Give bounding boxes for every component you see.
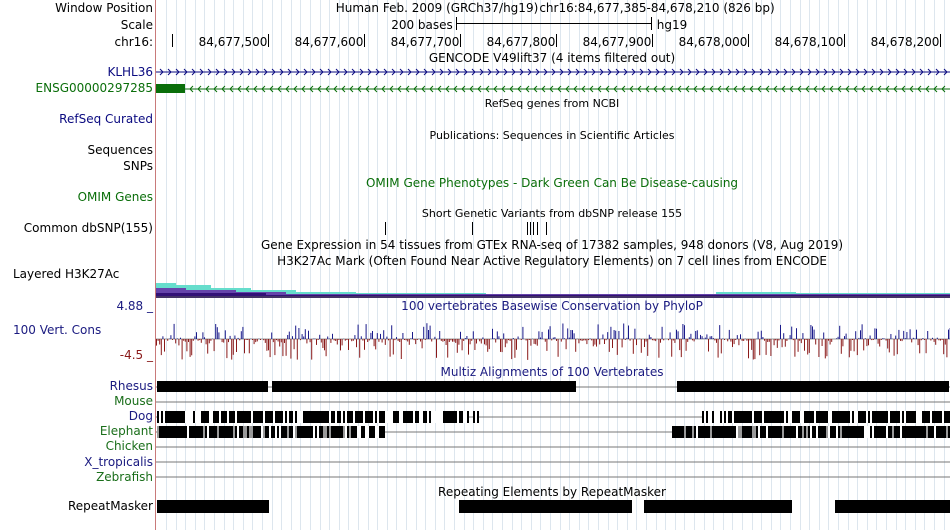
track-label-h3k27ac[interactable]: Layered H3K27Ac	[13, 267, 119, 281]
scale-label: Scale	[120, 18, 153, 32]
repeat-element	[157, 500, 269, 513]
ruler-label: 84,678,100	[774, 35, 844, 49]
window-position-label: Window Position	[55, 1, 153, 15]
track-label-common-dbsnp[interactable]: Common dbSNP(155)	[24, 221, 153, 235]
track-label-conservation[interactable]: 100 Vert. Cons	[13, 323, 101, 337]
ruler-label: 84,677,700	[390, 35, 460, 49]
track-label-sequences[interactable]: Sequences	[88, 143, 153, 157]
h3k27ac-track-title: H3K27Ac Mark (Often Found Near Active Re…	[277, 254, 827, 268]
snp-mark[interactable]	[527, 222, 528, 235]
snp-mark[interactable]	[385, 222, 386, 235]
refseq-track-title: RefSeq genes from NCBI	[484, 97, 620, 110]
dbsnp-track-title: Short Genetic Variants from dbSNP releas…	[421, 207, 683, 220]
genome-browser-image[interactable]: Window Position Scale chr16: KLHL36 ENSG…	[0, 0, 950, 530]
h3k27ac-signal[interactable]	[156, 280, 950, 298]
multiz-alignments[interactable]	[156, 379, 950, 479]
publications-track-title: Publications: Sequences in Scientific Ar…	[429, 129, 675, 142]
species-label-mouse[interactable]: Mouse	[114, 394, 153, 408]
ruler-label: 84,677,900	[582, 35, 652, 49]
ruler-label: 84,678,000	[678, 35, 748, 49]
conservation-track-title: 100 vertebrates Basewise Conservation by…	[401, 299, 703, 313]
ruler-label: 84,677,500	[198, 35, 268, 49]
ensg-gene-track[interactable]	[156, 83, 950, 95]
repeat-element	[459, 500, 632, 513]
snp-mark[interactable]	[546, 222, 547, 235]
track-label-ensg[interactable]: ENSG00000297285	[36, 81, 153, 95]
conservation-phylop-plot[interactable]	[156, 316, 950, 366]
ruler-label: 84,677,600	[294, 35, 364, 49]
snp-mark[interactable]	[533, 222, 534, 235]
track-label-refseq-curated[interactable]: RefSeq Curated	[59, 112, 153, 126]
ruler-label: 84,677,800	[486, 35, 556, 49]
snp-mark[interactable]	[472, 222, 473, 235]
species-label-x-tropicalis[interactable]: X_tropicalis	[84, 455, 153, 469]
assembly-title: Human Feb. 2009 (GRCh37/hg19)	[335, 1, 539, 15]
snp-mark[interactable]	[530, 222, 531, 235]
track-label-snps[interactable]: SNPs	[123, 159, 153, 173]
track-label-klhl36[interactable]: KLHL36	[107, 65, 153, 79]
position-readout: chr16:84,677,385-84,678,210 (826 bp)	[539, 1, 775, 15]
chrom-label: chr16:	[114, 35, 153, 49]
repeat-element	[835, 500, 950, 513]
scale-bar-text: 200 bases	[391, 18, 453, 32]
multiz-track-title: Multiz Alignments of 100 Vertebrates	[440, 365, 664, 379]
scale-bar-db: hg19	[656, 18, 688, 32]
gtex-track-title: Gene Expression in 54 tissues from GTEx …	[260, 238, 844, 252]
track-label-omim-genes[interactable]: OMIM Genes	[78, 190, 153, 204]
species-label-dog[interactable]: Dog	[129, 409, 153, 423]
conservation-min-label: -4.5 _	[119, 348, 153, 362]
species-label-chicken[interactable]: Chicken	[106, 439, 153, 453]
ruler-label: 84,678,200	[870, 35, 940, 49]
omim-track-title: OMIM Gene Phenotypes - Dark Green Can Be…	[365, 176, 739, 190]
track-label-repeatmasker[interactable]: RepeatMasker	[68, 499, 153, 513]
repeatmasker-track[interactable]	[156, 499, 950, 514]
repeatmasker-track-title: Repeating Elements by RepeatMasker	[438, 485, 666, 499]
species-label-rhesus[interactable]: Rhesus	[110, 379, 153, 393]
gencode-track-title: GENCODE V49lift37 (4 items filtered out)	[428, 51, 676, 65]
species-label-zebrafish[interactable]: Zebrafish	[96, 470, 153, 484]
repeat-element	[644, 500, 792, 513]
species-label-elephant[interactable]: Elephant	[100, 424, 153, 438]
klhl36-gene-track[interactable]	[156, 66, 950, 78]
conservation-max-label: 4.88 _	[116, 299, 153, 313]
snp-mark[interactable]	[537, 222, 538, 235]
